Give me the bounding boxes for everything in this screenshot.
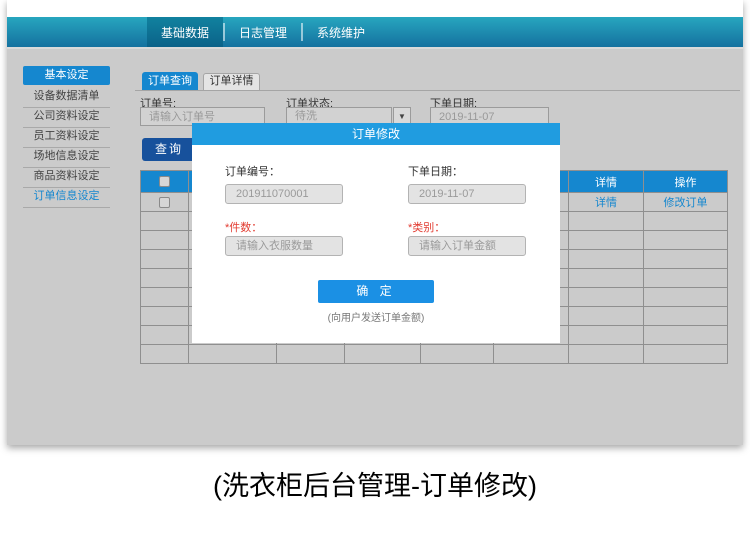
- sidebar-item-order-info[interactable]: 订单信息设定: [23, 188, 110, 208]
- table-cell: [569, 345, 644, 364]
- table-cell: [141, 269, 189, 288]
- table-cell: [277, 345, 345, 364]
- sidebar-item-product-info[interactable]: 商品资料设定: [23, 168, 110, 188]
- header-checkbox-cell: [141, 171, 189, 193]
- modal-order-id-label: 订单编号：: [225, 163, 280, 179]
- modal-category-input[interactable]: [408, 236, 526, 256]
- table-cell: [141, 250, 189, 269]
- nav-tab-basic-data[interactable]: 基础数据: [147, 17, 223, 47]
- search-button[interactable]: 查询: [142, 138, 196, 161]
- table-cell: [644, 269, 728, 288]
- table-cell: [494, 345, 569, 364]
- modal-order-id-input: [225, 184, 343, 204]
- table-cell: 详情: [569, 193, 644, 212]
- table-cell: [644, 250, 728, 269]
- table-cell: [141, 231, 189, 250]
- top-nav: 基础数据 日志管理 系统维护: [7, 17, 743, 49]
- table-cell: 修改订单: [644, 193, 728, 212]
- select-all-checkbox[interactable]: [159, 176, 170, 187]
- table-cell: [644, 231, 728, 250]
- tab-order-query[interactable]: 订单查询: [142, 72, 198, 90]
- nav-tab-system-maintenance[interactable]: 系统维护: [303, 17, 379, 47]
- row-checkbox[interactable]: [159, 197, 170, 208]
- table-cell: [644, 345, 728, 364]
- table-cell: [569, 288, 644, 307]
- table-cell: [189, 345, 277, 364]
- sidebar-item-device-list[interactable]: 设备数据清单: [23, 88, 110, 108]
- tab-underline: [135, 90, 740, 91]
- table-cell: [141, 326, 189, 345]
- modal-count-label: *件数：: [225, 219, 262, 235]
- modal-order-date-label: 下单日期：: [408, 163, 463, 179]
- table-cell: [141, 345, 189, 364]
- sidebar-item-basic-settings[interactable]: 基本设定: [23, 66, 110, 85]
- sidebar-item-company-info[interactable]: 公司资料设定: [23, 108, 110, 128]
- modal-order-date-input: [408, 184, 526, 204]
- table-row: [141, 345, 728, 364]
- table-cell: [569, 212, 644, 231]
- order-modify-modal: 订单修改 订单编号： 下单日期： *件数： *类别： 确 定 (向用户发送订单金…: [192, 123, 560, 343]
- detail-link[interactable]: 详情: [595, 197, 617, 209]
- modal-category-label: *类别：: [408, 219, 445, 235]
- table-cell: [569, 307, 644, 326]
- modify-order-link[interactable]: 修改订单: [664, 197, 708, 209]
- table-cell: [141, 288, 189, 307]
- table-cell: [644, 326, 728, 345]
- figure-caption: (洗衣柜后台管理-订单修改): [0, 464, 750, 503]
- modal-count-input[interactable]: [225, 236, 343, 256]
- tab-order-detail[interactable]: 订单详情: [203, 73, 260, 90]
- table-cell: [644, 212, 728, 231]
- page: 基础数据 日志管理 系统维护 基本设定 设备数据清单 公司资料设定 员工资料设定…: [0, 0, 750, 549]
- sidebar-item-employee-info[interactable]: 员工资料设定: [23, 128, 110, 148]
- table-cell: [569, 326, 644, 345]
- modal-title: 订单修改: [192, 123, 560, 145]
- modal-note: (向用户发送订单金额): [192, 309, 560, 324]
- sidebar-item-site-info[interactable]: 场地信息设定: [23, 148, 110, 168]
- table-header-action: 操作: [644, 171, 728, 193]
- sidebar: 设备数据清单 公司资料设定 员工资料设定 场地信息设定 商品资料设定 订单信息设…: [23, 88, 110, 208]
- table-cell: [644, 288, 728, 307]
- table-cell: [569, 250, 644, 269]
- table-cell: [569, 231, 644, 250]
- table-cell: [141, 307, 189, 326]
- app-screenshot: 基础数据 日志管理 系统维护 基本设定 设备数据清单 公司资料设定 员工资料设定…: [7, 0, 743, 445]
- table-header-detail: 详情: [569, 171, 644, 193]
- browser-top-strip: [7, 0, 743, 17]
- row-checkbox-cell: [141, 193, 189, 212]
- table-cell: [644, 307, 728, 326]
- table-cell: [141, 212, 189, 231]
- table-cell: [421, 345, 494, 364]
- nav-tab-log-management[interactable]: 日志管理: [225, 17, 301, 47]
- table-cell: [569, 269, 644, 288]
- table-cell: [345, 345, 421, 364]
- confirm-button[interactable]: 确 定: [318, 280, 434, 303]
